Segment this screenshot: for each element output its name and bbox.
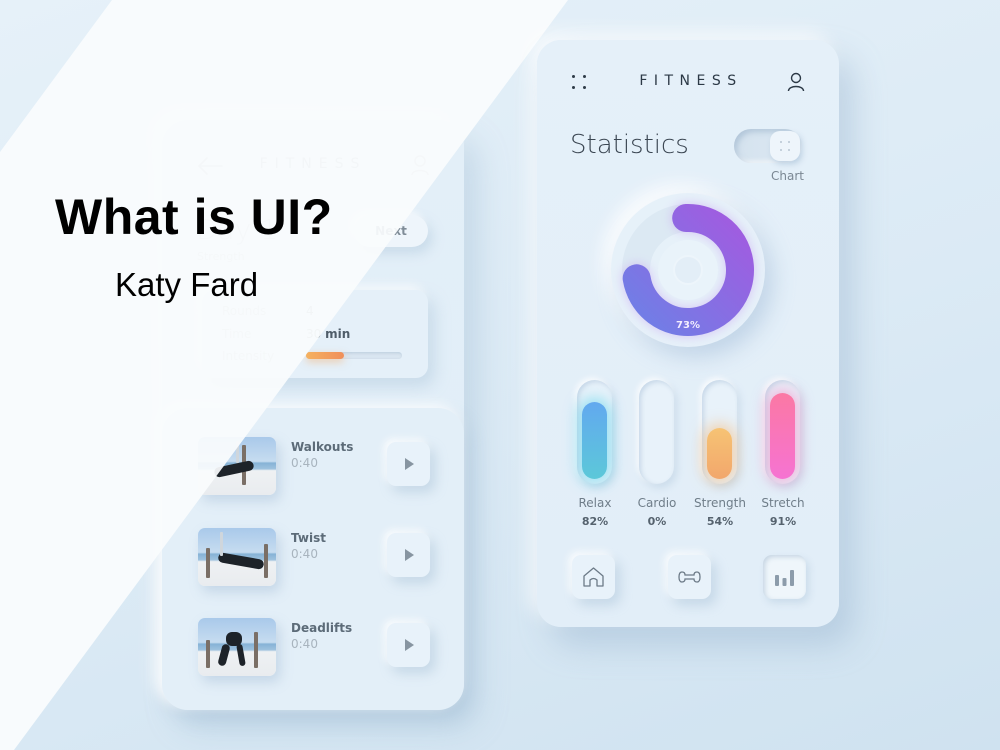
dot — [788, 149, 790, 151]
time-number: 30 — [306, 327, 322, 341]
overall-progress-donut: 73% — [611, 193, 765, 347]
person-shape — [213, 459, 255, 479]
person-shape — [236, 643, 246, 667]
dot — [780, 149, 782, 151]
category-bar-relax: Relax 82% — [565, 380, 625, 540]
exercise-item[interactable]: Walkouts 0:40 — [198, 437, 438, 497]
user-icon[interactable] — [410, 154, 430, 176]
exercise-duration: 0:40 — [291, 547, 318, 561]
rounds-value: 4 — [306, 304, 314, 318]
dot — [788, 141, 790, 143]
play-button[interactable] — [387, 533, 430, 577]
nav-workouts-button[interactable] — [668, 555, 711, 599]
diagonal-overlay-band — [0, 0, 568, 750]
user-icon[interactable] — [787, 72, 805, 92]
exercise-item[interactable]: Deadlifts 0:40 — [198, 618, 438, 678]
dumbbell-icon — [678, 571, 701, 583]
toggle-knob — [770, 131, 800, 161]
next-button[interactable]: Next — [354, 215, 428, 247]
exercise-name: Twist — [291, 531, 326, 545]
arm-shape — [220, 532, 223, 556]
bar-fill — [707, 428, 732, 479]
bar-fill — [582, 401, 607, 479]
arm-shape — [236, 441, 239, 463]
bar-track — [639, 380, 674, 484]
exercise-thumbnail — [198, 437, 276, 495]
intensity-bar — [306, 352, 402, 359]
statistics-screen: FITNESS Statistics Chart 73% Relax 82% C… — [537, 40, 839, 627]
rounds-label: Rounds — [222, 304, 267, 318]
intensity-bar-fill — [306, 352, 345, 359]
exercise-name: Walkouts — [291, 440, 354, 454]
page-title: Statistics — [570, 130, 689, 160]
post-shape — [264, 544, 268, 578]
category-name: Stretch — [761, 496, 805, 510]
home-icon — [583, 567, 604, 587]
bar-track — [702, 380, 737, 484]
category-percent: 0% — [647, 515, 667, 528]
bar-track — [765, 380, 800, 484]
donut-percent-label: 73% — [676, 320, 700, 331]
time-unit: min — [325, 327, 351, 341]
time-value: 30 min — [306, 327, 350, 341]
dot — [780, 141, 782, 143]
category-name: Strength — [694, 496, 746, 510]
play-button[interactable] — [387, 623, 430, 667]
post-shape — [254, 632, 258, 668]
workout-header: FITNESS — [162, 154, 464, 178]
nav-statistics-button[interactable] — [763, 555, 806, 599]
exercise-name: Deadlifts — [291, 621, 353, 635]
exercise-list: Walkouts 0:40 Twist 0:40 Deadlifts 0:40 — [162, 408, 464, 710]
exercise-duration: 0:40 — [291, 456, 318, 470]
category-percent: 54% — [706, 515, 734, 528]
intensity-label: Intensity — [222, 349, 275, 363]
bar-chart-icon — [775, 570, 794, 586]
exercise-item[interactable]: Twist 0:40 — [198, 528, 438, 588]
toggle-label: Chart — [771, 169, 804, 183]
bar-track — [577, 380, 612, 484]
donut-hub-center — [673, 255, 703, 285]
play-button[interactable] — [387, 442, 430, 486]
chart-toggle[interactable] — [734, 129, 802, 163]
day-subtitle: Strength — [197, 250, 245, 263]
category-name: Relax — [578, 496, 612, 510]
overlay-author: Katy Fard — [115, 266, 259, 303]
category-name: Cardio — [637, 496, 677, 510]
person-shape — [217, 643, 231, 667]
nav-home-button[interactable] — [572, 555, 615, 599]
category-bar-stretch: Stretch 91% — [753, 380, 813, 540]
time-label: Time — [222, 327, 252, 341]
exercise-thumbnail — [198, 618, 276, 676]
overlay-title: What is UI? — [55, 189, 333, 245]
exercise-thumbnail — [198, 528, 276, 586]
bar-fill — [770, 393, 795, 479]
category-bar-cardio: Cardio 0% — [627, 380, 687, 540]
person-shape — [217, 552, 265, 570]
category-bar-strength: Strength 54% — [690, 380, 750, 540]
exercise-duration: 0:40 — [291, 637, 318, 651]
category-percent: 91% — [769, 515, 797, 528]
post-shape — [206, 548, 210, 578]
post-shape — [206, 640, 210, 668]
category-percent: 82% — [581, 515, 609, 528]
